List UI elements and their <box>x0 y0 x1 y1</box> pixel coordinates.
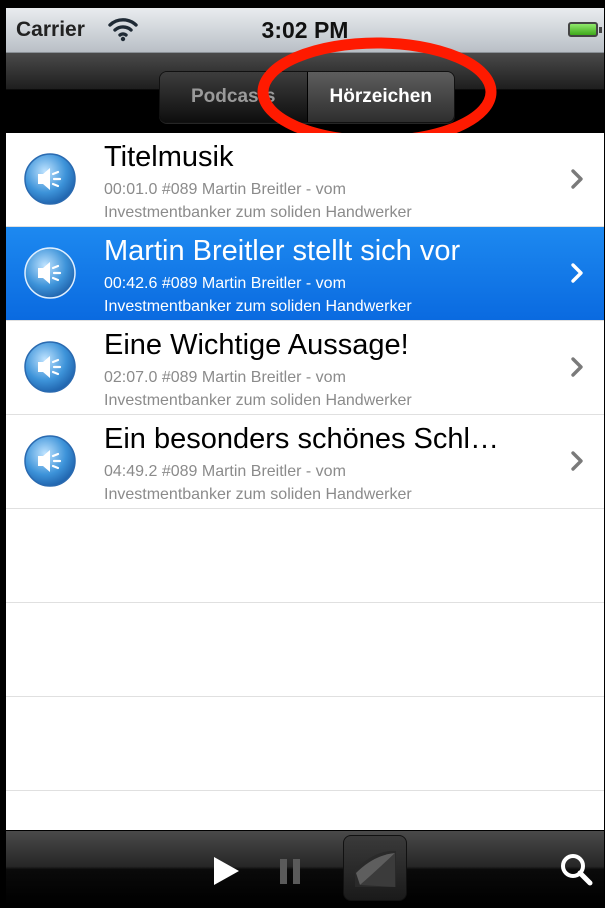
play-button[interactable] <box>206 851 246 891</box>
segment-podcasts[interactable]: Podcasts <box>160 72 307 122</box>
list-item[interactable]: Eine Wichtige Aussage! 02:07.0 #089 Mart… <box>6 321 604 415</box>
speaker-icon <box>23 340 77 394</box>
speaker-icon <box>23 246 77 300</box>
speaker-icon <box>23 434 77 488</box>
battery-icon <box>568 22 602 37</box>
list-item-selected[interactable]: Martin Breitler stellt sich vor 00:42.6 … <box>6 227 604 321</box>
hoerzeichen-list: Titelmusik 00:01.0 #089 Martin Breitler … <box>6 133 604 838</box>
item-subtitle-line1: 04:49.2 #089 Martin Breitler - vom <box>104 463 346 480</box>
item-subtitle-line2: Investmentbanker zum soliden Handwerker <box>104 486 412 503</box>
item-subtitle: 00:42.6 #089 Martin Breitler - vom Inves… <box>104 272 544 318</box>
item-title: Titelmusik <box>104 141 234 173</box>
chevron-right-icon <box>571 169 583 189</box>
chevron-right-icon <box>571 451 583 471</box>
item-title: Martin Breitler stellt sich vor <box>104 235 461 267</box>
page-curl-button[interactable] <box>343 835 407 901</box>
empty-row <box>6 509 604 603</box>
item-title: Ein besonders schönes Schl… <box>104 423 499 455</box>
item-subtitle: 02:07.0 #089 Martin Breitler - vom Inves… <box>104 366 544 412</box>
status-bar: Carrier 3:02 PM <box>6 8 604 53</box>
pause-button[interactable] <box>272 851 308 891</box>
list-item[interactable]: Titelmusik 00:01.0 #089 Martin Breitler … <box>6 133 604 227</box>
item-subtitle: 04:49.2 #089 Martin Breitler - vom Inves… <box>104 460 544 506</box>
empty-row <box>6 697 604 791</box>
search-icon <box>561 854 593 886</box>
empty-row <box>6 603 604 697</box>
item-title: Eine Wichtige Aussage! <box>104 329 409 361</box>
item-subtitle-line2: Investmentbanker zum soliden Handwerker <box>104 392 412 409</box>
segmented-control: Podcasts Hörzeichen <box>159 71 455 123</box>
item-subtitle-line1: 00:01.0 #089 Martin Breitler - vom <box>104 181 346 198</box>
play-icon <box>214 857 239 885</box>
item-subtitle-line1: 00:42.6 #089 Martin Breitler - vom <box>104 275 346 292</box>
pause-icon <box>280 859 300 884</box>
chevron-right-icon <box>571 263 583 283</box>
clock: 3:02 PM <box>261 17 349 43</box>
speaker-icon <box>23 152 77 206</box>
page-curl-icon <box>355 850 396 887</box>
phone-screen: Carrier 3:02 PM Podcasts Hörzeichen Tite… <box>6 8 604 904</box>
item-subtitle-line2: Investmentbanker zum soliden Handwerker <box>104 298 412 315</box>
item-subtitle: 00:01.0 #089 Martin Breitler - vom Inves… <box>104 178 544 224</box>
item-subtitle-line1: 02:07.0 #089 Martin Breitler - vom <box>104 369 346 386</box>
list-item[interactable]: Ein besonders schönes Schl… 04:49.2 #089… <box>6 415 604 509</box>
search-button[interactable] <box>556 849 596 889</box>
item-subtitle-line2: Investmentbanker zum soliden Handwerker <box>104 204 412 221</box>
navigation-bar: Podcasts Hörzeichen <box>6 53 604 133</box>
bottom-toolbar <box>6 830 604 904</box>
chevron-right-icon <box>571 357 583 377</box>
segment-hoerzeichen[interactable]: Hörzeichen <box>306 72 454 122</box>
